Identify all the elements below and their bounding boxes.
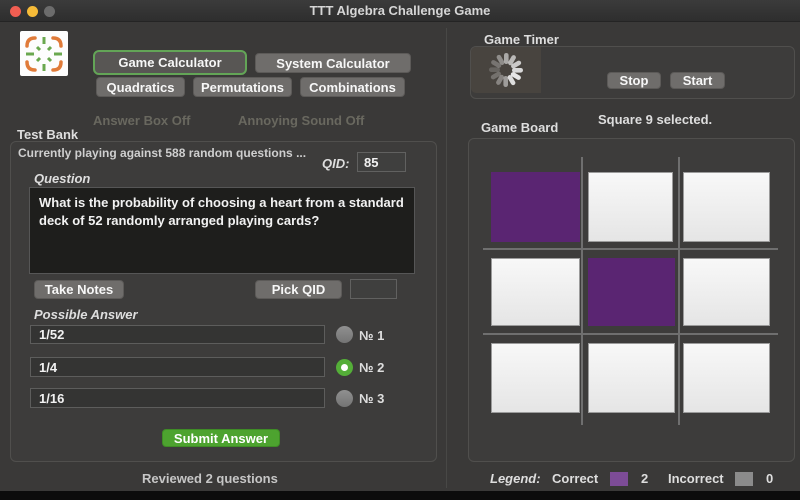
activity-spinner-icon bbox=[489, 53, 523, 87]
question-label: Question bbox=[34, 171, 91, 186]
board-square-2[interactable] bbox=[588, 172, 673, 242]
annoying-sound-toggle[interactable]: Annoying Sound Off bbox=[238, 113, 364, 128]
submit-answer-button[interactable]: Submit Answer bbox=[162, 429, 280, 447]
board-square-9[interactable] bbox=[683, 343, 770, 413]
answer-field-1[interactable]: 1/52 bbox=[30, 325, 325, 344]
pick-qid-button[interactable]: Pick QID bbox=[255, 280, 342, 299]
test-bank-label: Test Bank bbox=[17, 127, 79, 142]
answer-radio-label-3: № 3 bbox=[359, 391, 385, 406]
board-square-7[interactable] bbox=[491, 343, 580, 413]
panel-divider bbox=[446, 28, 447, 488]
board-vertical-line-1 bbox=[581, 157, 583, 425]
answer-radio-label-1: № 1 bbox=[359, 328, 385, 343]
pick-qid-field[interactable] bbox=[350, 279, 397, 299]
system-calculator-button[interactable]: System Calculator bbox=[255, 53, 411, 73]
legend-correct-count: 2 bbox=[641, 471, 649, 486]
take-notes-button[interactable]: Take Notes bbox=[34, 280, 124, 299]
board-square-4[interactable] bbox=[491, 258, 580, 326]
legend-incorrect-count: 0 bbox=[766, 471, 774, 486]
board-square-8[interactable] bbox=[588, 343, 675, 413]
qid-field[interactable]: 85 bbox=[357, 152, 406, 172]
answer-box-toggle[interactable]: Answer Box Off bbox=[93, 113, 191, 128]
quadratics-button[interactable]: Quadratics bbox=[96, 77, 185, 97]
legend-incorrect-swatch bbox=[735, 472, 753, 486]
combinations-button[interactable]: Combinations bbox=[300, 77, 405, 97]
board-square-3[interactable] bbox=[683, 172, 770, 242]
timer-spinner-well bbox=[471, 47, 541, 93]
window-title: TTT Algebra Challenge Game bbox=[309, 3, 491, 18]
game-board-label: Game Board bbox=[481, 120, 559, 135]
answer-field-2[interactable]: 1/4 bbox=[30, 357, 325, 377]
app-logo bbox=[20, 31, 68, 76]
board-horizontal-line-1 bbox=[483, 248, 778, 250]
legend-correct-swatch bbox=[610, 472, 628, 486]
board-square-1[interactable] bbox=[491, 172, 580, 242]
legend-correct-label: Correct bbox=[552, 471, 599, 486]
reviewed-status: Reviewed 2 questions bbox=[142, 471, 278, 486]
answer-radio-2[interactable] bbox=[336, 359, 353, 376]
qid-label: QID: bbox=[322, 156, 350, 171]
timer-start-button[interactable]: Start bbox=[670, 72, 725, 89]
game-calculator-button[interactable]: Game Calculator bbox=[93, 50, 247, 75]
board-horizontal-line-2 bbox=[483, 333, 778, 335]
crosshair-logo-icon bbox=[25, 35, 63, 72]
test-bank-status: Currently playing against 588 random que… bbox=[18, 146, 307, 160]
title-bar: TTT Algebra Challenge Game bbox=[0, 0, 800, 22]
game-timer-label: Game Timer bbox=[484, 32, 559, 47]
answer-radio-3[interactable] bbox=[336, 390, 353, 407]
answer-radio-1[interactable] bbox=[336, 326, 353, 343]
board-vertical-line-2 bbox=[678, 157, 680, 425]
answer-field-3[interactable]: 1/16 bbox=[30, 388, 325, 408]
possible-answer-label: Possible Answer bbox=[34, 307, 138, 322]
board-square-5[interactable] bbox=[588, 258, 675, 326]
timer-stop-button[interactable]: Stop bbox=[607, 72, 661, 89]
window-bottom-edge bbox=[0, 491, 800, 500]
board-square-6[interactable] bbox=[683, 258, 770, 326]
question-text-box[interactable]: What is the probability of choosing a he… bbox=[29, 187, 415, 274]
permutations-button[interactable]: Permutations bbox=[193, 77, 292, 97]
legend-incorrect-label: Incorrect bbox=[668, 471, 724, 486]
legend-label: Legend: bbox=[490, 471, 541, 486]
square-selected-status: Square 9 selected. bbox=[598, 112, 713, 127]
answer-radio-label-2: № 2 bbox=[359, 360, 385, 375]
